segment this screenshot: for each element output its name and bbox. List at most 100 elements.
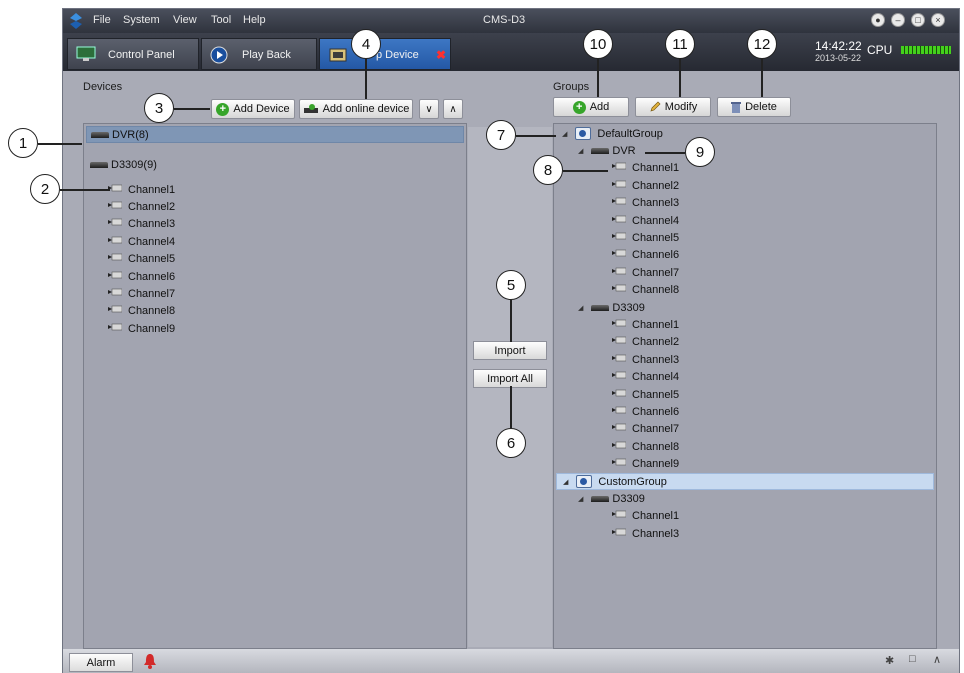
expand-arrow-icon[interactable]: ◢: [578, 304, 583, 312]
expand-all-button[interactable]: ∨: [419, 99, 439, 119]
expand-arrow-icon[interactable]: ◢: [578, 147, 583, 155]
tree-node-label: Channel8: [632, 440, 680, 453]
tree-channel[interactable]: Channel5: [556, 229, 679, 246]
callout-leader: [645, 152, 685, 154]
tree-channel[interactable]: Channel1: [556, 160, 679, 177]
trash-icon: [731, 102, 742, 113]
tree-channel[interactable]: Channel1: [556, 508, 679, 525]
collapse-all-button[interactable]: ∧: [443, 99, 463, 119]
tab-bar: Control Panel Play Back p Device ✖ 14:42…: [63, 33, 959, 71]
tree-channel[interactable]: Channel8: [556, 282, 679, 299]
tab-control-panel[interactable]: Control Panel: [67, 38, 199, 70]
groups-label: Groups: [553, 81, 590, 93]
tree-channel[interactable]: Channel2: [556, 177, 679, 194]
close-icon[interactable]: ×: [931, 13, 945, 27]
tree-group[interactable]: ◢ DefaultGroup: [556, 125, 663, 142]
callout-leader: [516, 135, 556, 137]
tree-device[interactable]: ◢ D3309: [556, 490, 645, 507]
alarm-button[interactable]: Alarm: [69, 653, 133, 672]
chevron-up-icon[interactable]: ∧: [933, 653, 941, 666]
callout-2: 2: [30, 174, 60, 204]
menu-system[interactable]: System: [123, 14, 160, 26]
callout-9: 9: [685, 137, 715, 167]
tree-device[interactable]: ◢ DVR: [556, 142, 636, 159]
tree-channel[interactable]: Channel6: [86, 268, 175, 285]
tree-channel[interactable]: Channel6: [556, 403, 679, 420]
minimize-icon[interactable]: –: [891, 13, 905, 27]
expand-arrow-icon[interactable]: ◢: [562, 130, 567, 138]
camera-icon: [612, 458, 627, 470]
dvr-icon: [591, 304, 610, 311]
tab-play-back[interactable]: Play Back: [201, 38, 317, 70]
playback-icon: [210, 46, 228, 64]
groups-tree[interactable]: ◢ DefaultGroup ◢ DVR Channel1 Channel2 Channel…: [553, 123, 937, 649]
callout-leader: [510, 300, 512, 342]
tree-device-d3309[interactable]: D3309(9): [86, 156, 157, 173]
tree-channel[interactable]: Channel8: [86, 303, 175, 320]
modify-group-button[interactable]: Modify: [635, 97, 711, 117]
tree-channel[interactable]: Channel7: [86, 285, 175, 302]
tree-node-label: Channel6: [632, 249, 680, 262]
tree-node-label: DefaultGroup: [597, 127, 663, 140]
camera-icon: [612, 389, 627, 401]
cpu-label: CPU: [867, 43, 893, 57]
camera-icon: [108, 271, 123, 283]
menu-help[interactable]: Help: [243, 14, 266, 26]
delete-group-button[interactable]: Delete: [717, 97, 791, 117]
tree-node-label: DVR(8): [112, 128, 149, 141]
tree-channel[interactable]: Channel2: [86, 198, 175, 215]
tree-channel[interactable]: Channel2: [556, 334, 679, 351]
window-icon[interactable]: □: [909, 653, 916, 665]
tree-node-label: Channel3: [128, 218, 176, 231]
tree-channel[interactable]: Channel6: [556, 247, 679, 264]
tree-channel[interactable]: Channel8: [556, 438, 679, 455]
camera-icon: [108, 236, 123, 248]
pin-icon[interactable]: ✱: [885, 654, 894, 667]
expand-arrow-icon[interactable]: ◢: [578, 495, 583, 503]
camera-icon: [612, 232, 627, 244]
tree-group[interactable]: ◢ CustomGroup: [556, 473, 934, 490]
tab-close-icon[interactable]: ✖: [436, 48, 446, 62]
camera-icon: [612, 528, 627, 540]
tree-channel[interactable]: Channel1: [556, 316, 679, 333]
tree-node-label: DVR: [612, 144, 636, 157]
callout-leader: [510, 386, 512, 428]
devices-tree[interactable]: DVR(8) D3309(9) Channel1 Channel2 Channel3…: [83, 123, 467, 649]
add-group-button[interactable]: + Add: [553, 97, 629, 117]
tree-channel[interactable]: Channel9: [556, 456, 679, 473]
tree-channel[interactable]: Channel4: [556, 369, 679, 386]
menu-file[interactable]: File: [93, 14, 111, 26]
menu-view[interactable]: View: [173, 14, 197, 26]
tree-channel[interactable]: Channel9: [86, 320, 175, 337]
tree-node-label: Channel7: [632, 423, 680, 436]
tree-channel[interactable]: Channel5: [556, 386, 679, 403]
tree-device-dvr[interactable]: DVR(8): [86, 126, 464, 143]
camera-icon: [612, 197, 627, 209]
add-device-button[interactable]: + Add Device: [211, 99, 295, 119]
tree-channel[interactable]: Channel3: [556, 351, 679, 368]
callout-12: 12: [747, 29, 777, 59]
group-icon: [576, 475, 593, 488]
alarm-bell-icon[interactable]: [143, 653, 157, 669]
tree-node-label: Channel1: [632, 510, 680, 523]
tree-device[interactable]: ◢ D3309: [556, 299, 645, 316]
add-online-device-button[interactable]: Add online device: [299, 99, 413, 119]
double-chevron-up-icon: ∧: [449, 103, 457, 115]
tree-channel[interactable]: Channel5: [86, 251, 175, 268]
menu-tool[interactable]: Tool: [211, 14, 231, 26]
tree-channel[interactable]: Channel4: [556, 212, 679, 229]
tree-channel[interactable]: Channel7: [556, 421, 679, 438]
tree-channel[interactable]: Channel7: [556, 264, 679, 281]
tree-channel[interactable]: Channel3: [86, 216, 175, 233]
tree-node-label: Channel5: [632, 231, 680, 244]
expand-arrow-icon[interactable]: ◢: [563, 478, 568, 486]
callout-leader: [365, 59, 367, 99]
tab-label: p Device: [376, 49, 419, 61]
import-button[interactable]: Import: [473, 341, 547, 360]
tree-channel[interactable]: Channel3: [556, 525, 679, 542]
tree-channel[interactable]: Channel3: [556, 195, 679, 212]
tree-channel[interactable]: Channel4: [86, 233, 175, 250]
maximize-icon[interactable]: □: [911, 13, 925, 27]
lock-icon[interactable]: ●: [871, 13, 885, 27]
tab-setup-device[interactable]: p Device ✖: [319, 38, 451, 70]
